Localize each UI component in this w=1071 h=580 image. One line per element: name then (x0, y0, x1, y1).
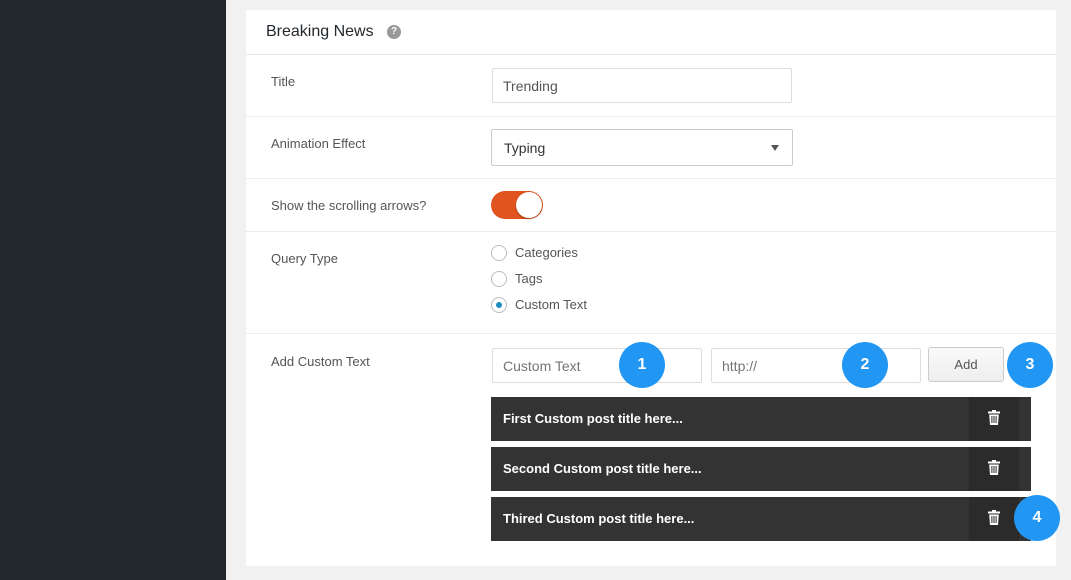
custom-item: Thired Custom post title here... (491, 497, 1031, 541)
delete-item-button[interactable] (969, 447, 1019, 491)
trash-icon (988, 410, 1000, 425)
custom-item: First Custom post title here... (491, 397, 1031, 441)
admin-sidebar (0, 0, 226, 580)
callout-badge-4: 4 (1014, 495, 1060, 541)
add-custom-text-label: Add Custom Text (271, 354, 370, 369)
caret-down-icon (771, 145, 779, 151)
animation-effect-label: Animation Effect (271, 136, 366, 151)
scrolling-arrows-toggle[interactable] (491, 191, 543, 219)
title-input[interactable] (492, 68, 792, 103)
radio-button[interactable] (491, 271, 507, 287)
toggle-knob (516, 192, 542, 218)
row-divider (246, 178, 1056, 179)
title-label: Title (271, 74, 296, 89)
trash-icon (988, 460, 1000, 475)
add-button[interactable]: Add (928, 347, 1004, 382)
radio-button[interactable] (491, 245, 507, 261)
help-icon[interactable]: ? (387, 25, 401, 39)
callout-badge-3: 3 (1007, 342, 1053, 388)
delete-item-button[interactable] (969, 497, 1019, 541)
radio-label: Categories (515, 245, 578, 260)
animation-effect-select[interactable]: Typing (491, 129, 793, 166)
row-divider (246, 116, 1056, 117)
radio-label: Tags (515, 271, 543, 286)
panel-header: Breaking News ? (246, 10, 1056, 55)
animation-effect-value: Typing (504, 140, 546, 156)
panel-title: Breaking News (266, 23, 374, 40)
trash-icon (988, 510, 1000, 525)
breaking-news-panel: Breaking News ? Title Animation Effect T… (246, 10, 1056, 566)
custom-url-input[interactable] (711, 348, 921, 383)
custom-item-title: First Custom post title here... (503, 411, 683, 426)
scrolling-arrows-label: Show the scrolling arrows? (271, 198, 427, 213)
radio-button-checked[interactable] (491, 297, 507, 313)
custom-text-input[interactable] (492, 348, 702, 383)
callout-badge-2: 2 (842, 342, 888, 388)
custom-item-title: Thired Custom post title here... (503, 511, 695, 526)
callout-badge-1: 1 (619, 342, 665, 388)
delete-item-button[interactable] (969, 397, 1019, 441)
row-divider (246, 231, 1056, 232)
query-type-label: Query Type (271, 251, 338, 266)
row-divider (246, 333, 1056, 334)
radio-label: Custom Text (515, 297, 588, 312)
custom-item-title: Second Custom post title here... (503, 461, 702, 476)
custom-item: Second Custom post title here... (491, 447, 1031, 491)
